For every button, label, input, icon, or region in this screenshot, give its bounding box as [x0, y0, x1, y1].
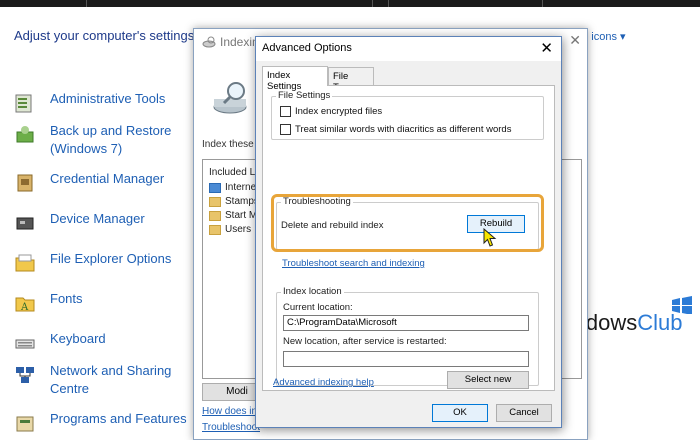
cp-item-label: Back up and Restore (Windows 7) — [50, 123, 172, 156]
programs-features-icon — [16, 416, 34, 432]
indexing-disk-icon — [213, 82, 247, 114]
cp-item-keyboard[interactable]: Keyboard — [14, 330, 194, 354]
advanced-indexing-help-link[interactable]: Advanced indexing help — [273, 377, 374, 388]
troubleshoot-search-link[interactable]: Troubleshoot search and indexing — [282, 258, 425, 269]
index-location-label: Index location — [281, 286, 344, 297]
top-strip-segment — [388, 0, 543, 7]
list-item[interactable]: Stamps — [209, 196, 259, 207]
top-strip-segment — [86, 0, 373, 7]
cp-item-label: Network and Sharing Centre — [50, 363, 172, 396]
cp-item-label: Administrative Tools — [50, 91, 166, 106]
indexing-close-icon[interactable]: ✕ — [569, 32, 581, 49]
cp-item-administrative-tools[interactable]: Administrative Tools — [14, 90, 194, 114]
list-item-label: Internet — [225, 182, 259, 193]
cp-item-device-manager[interactable]: Device Manager — [14, 210, 194, 234]
checkbox-label: Index encrypted files — [295, 106, 383, 117]
index-encrypted-checkbox[interactable]: Index encrypted files — [280, 106, 382, 117]
cp-item-programs-features[interactable]: Programs and Features — [14, 410, 194, 434]
top-strip — [0, 0, 700, 7]
new-location-field — [283, 351, 529, 367]
troubleshoot-link[interactable]: Troubleshoot — [202, 422, 260, 433]
checkbox-box[interactable] — [280, 124, 291, 135]
fonts-icon: A — [15, 297, 35, 313]
cp-item-backup-restore[interactable]: Back up and Restore (Windows 7) — [14, 122, 194, 158]
close-icon[interactable]: ✕ — [540, 39, 553, 57]
troubleshooting-highlight — [271, 194, 544, 252]
file-explorer-options-icon — [15, 254, 35, 272]
cp-item-label: Programs and Features — [50, 411, 187, 426]
cancel-button[interactable]: Cancel — [496, 404, 552, 422]
cp-item-network-sharing[interactable]: Network and Sharing Centre — [14, 362, 194, 398]
tab-file-types[interactable]: File Types — [328, 67, 374, 93]
advanced-options-titlebar: Advanced Options ✕ — [256, 37, 561, 61]
watermark-logo-icon — [672, 296, 692, 314]
cp-item-credential-manager[interactable]: Credential Manager — [14, 170, 194, 194]
diacritics-checkbox[interactable]: Treat similar words with diacritics as d… — [280, 124, 511, 135]
cp-item-fonts[interactable]: A Fonts — [14, 290, 194, 314]
folder-icon — [209, 224, 221, 235]
current-location-label: Current location: — [283, 302, 353, 313]
advanced-options-dialog: Advanced Options ✕ Index Settings File T… — [255, 36, 562, 428]
list-item-label: Stamps — [225, 196, 259, 207]
cp-item-label: File Explorer Options — [50, 251, 172, 266]
folder-icon — [209, 196, 221, 207]
network-sharing-icon — [16, 367, 34, 383]
list-item[interactable]: Internet — [209, 182, 259, 193]
checkbox-box[interactable] — [280, 106, 291, 117]
admin-tools-icon — [15, 94, 32, 113]
cp-item-label: Fonts — [50, 291, 83, 306]
mouse-cursor-icon — [483, 228, 497, 247]
index-settings-panel: File Settings Index encrypted files Trea… — [262, 85, 555, 391]
cp-item-label: Credential Manager — [50, 171, 165, 186]
folder-icon — [209, 210, 221, 221]
credential-manager-icon — [17, 174, 33, 192]
list-item-label: Users — [225, 224, 252, 235]
list-item[interactable]: Users — [209, 224, 251, 235]
backup-restore-icon — [16, 126, 34, 143]
device-manager-icon — [16, 217, 34, 230]
ok-button[interactable]: OK — [432, 404, 488, 422]
svg-text:A: A — [20, 302, 29, 313]
current-location-field: C:\ProgramData\Microsoft — [283, 315, 529, 331]
cp-item-file-explorer-options[interactable]: File Explorer Options — [14, 250, 194, 274]
cp-item-label: Device Manager — [50, 211, 145, 226]
control-panel-title: Adjust your computer's settings — [14, 28, 195, 43]
internet-icon — [209, 182, 221, 193]
file-settings-group: File Settings Index encrypted files Trea… — [271, 90, 544, 140]
advanced-options-title: Advanced Options — [262, 42, 352, 54]
new-location-label: New location, after service is restarted… — [283, 336, 447, 347]
indexing-window-icon — [202, 36, 216, 48]
tab-index-settings[interactable]: Index Settings — [262, 66, 328, 92]
keyboard-icon — [15, 339, 35, 349]
checkbox-label: Treat similar words with diacritics as d… — [295, 124, 512, 135]
index-location-group: Index location Current location: C:\Prog… — [276, 286, 539, 389]
select-new-button[interactable]: Select new — [447, 371, 529, 389]
cp-item-label: Keyboard — [50, 331, 106, 346]
